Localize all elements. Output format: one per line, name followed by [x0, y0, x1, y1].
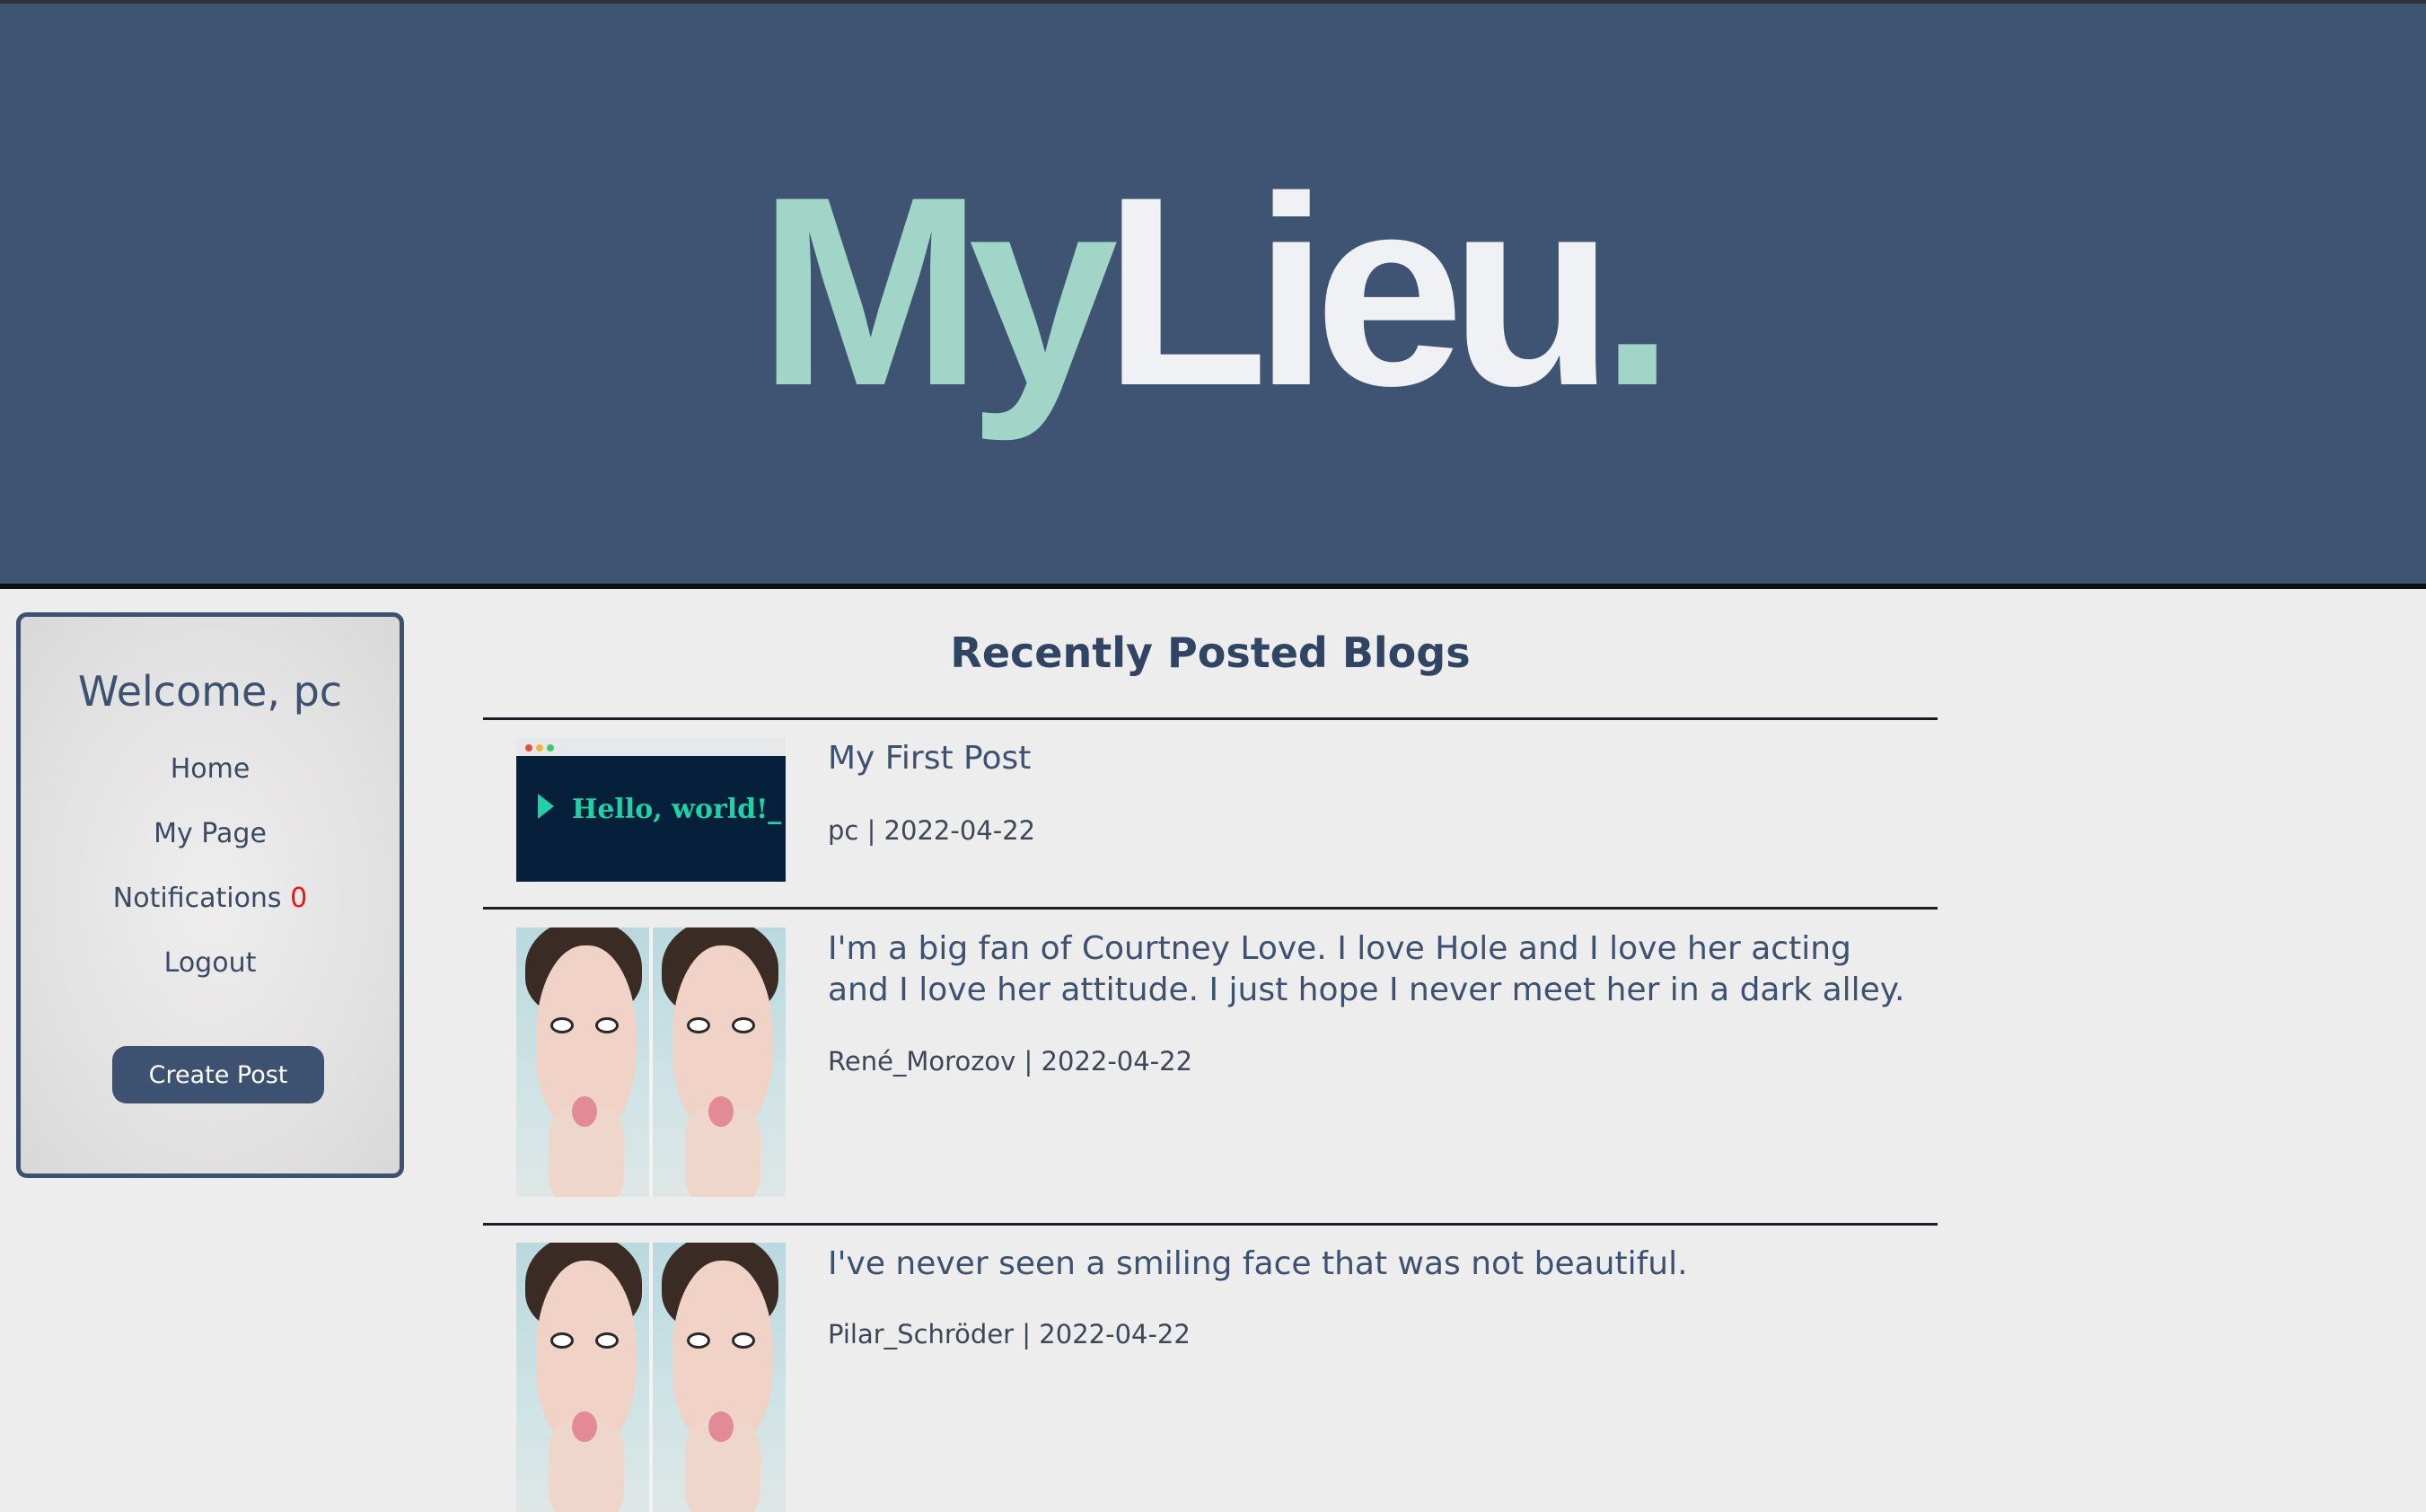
logo-lieu: Lieu [1103, 140, 1614, 442]
window-close-dot [525, 744, 532, 752]
logo-dot: . [1600, 140, 1674, 442]
divider [483, 717, 1938, 720]
welcome-message: Welcome, pc [77, 667, 343, 716]
site-header: MyLieu. [0, 4, 2426, 589]
thumbnail-code-text: Hello, world!_ [572, 794, 782, 825]
nav-my-page[interactable]: My Page [21, 818, 400, 849]
face-photo-left [516, 927, 649, 1197]
nav-logout[interactable]: Logout [21, 947, 400, 979]
user-sidebar: Welcome, pc Home My Page Notifications 0… [16, 612, 404, 1178]
post-thumbnail[interactable]: Hello, world!_ [516, 738, 786, 882]
create-post-button[interactable]: Create Post [112, 1046, 324, 1103]
window-titlebar [516, 738, 786, 756]
post-title[interactable]: I've never seen a smiling face that was … [828, 1244, 1905, 1285]
window-max-dot [547, 744, 554, 752]
prompt-chevron-icon [538, 794, 554, 819]
site-logo[interactable]: MyLieu. [0, 156, 2422, 426]
post-thumbnail[interactable] [516, 1243, 786, 1512]
face-photo-right [653, 1243, 786, 1512]
divider [483, 1223, 1938, 1226]
post-meta: Pilar_Schröder | 2022-04-22 [828, 1319, 1191, 1349]
logo-my: My [758, 140, 1119, 442]
face-photo-left [516, 1243, 649, 1512]
post-title[interactable]: I'm a big fan of Courtney Love. I love H… [828, 928, 1905, 1011]
nav-home[interactable]: Home [21, 753, 400, 785]
post-meta: pc | 2022-04-22 [828, 815, 1036, 846]
post-thumbnail[interactable] [516, 927, 786, 1197]
notifications-count-badge: 0 [290, 883, 308, 914]
face-photo-right [653, 927, 786, 1197]
divider [483, 907, 1938, 910]
post-title[interactable]: My First Post [828, 738, 1905, 779]
section-title: Recently Posted Blogs [950, 629, 1471, 677]
window-min-dot [536, 744, 543, 752]
nav-notifications-label: Notifications [112, 883, 282, 914]
nav-notifications[interactable]: Notifications 0 [21, 883, 400, 914]
post-meta: René_Morozov | 2022-04-22 [828, 1046, 1193, 1077]
